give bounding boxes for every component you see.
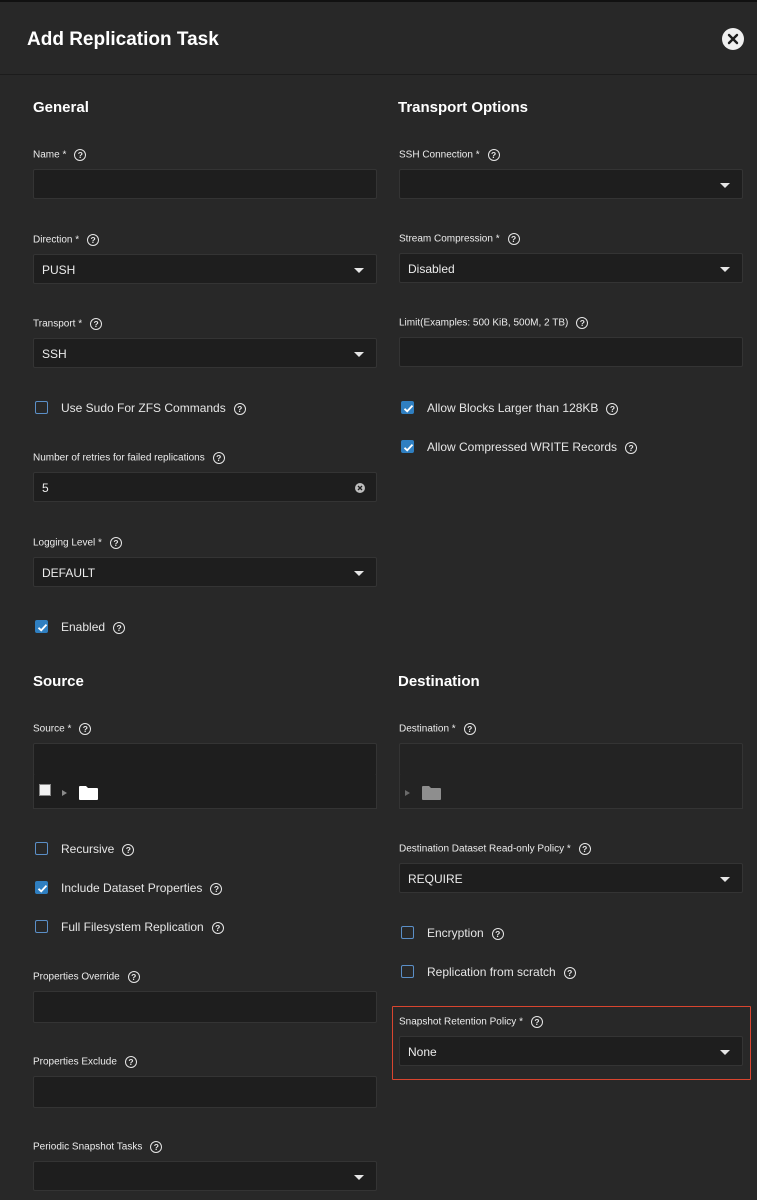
source-tree[interactable] xyxy=(33,775,377,809)
dropdown-arrow-icon xyxy=(354,268,364,273)
source-label: Source *? xyxy=(33,723,92,735)
enabled-checkbox[interactable] xyxy=(35,620,48,633)
direction-select[interactable]: PUSH xyxy=(33,254,377,284)
help-icon[interactable]: ? xyxy=(507,233,520,245)
transport-label: Transport *? xyxy=(33,318,103,330)
recursive-label: Recursive? xyxy=(61,842,135,856)
retries-input[interactable]: 5 xyxy=(33,472,377,502)
help-icon[interactable]: ? xyxy=(487,149,500,161)
expand-arrow-icon[interactable] xyxy=(62,790,67,796)
readonly-policy-select[interactable]: REQUIRE xyxy=(399,863,743,893)
folder-icon xyxy=(422,786,441,800)
tree-checkbox[interactable] xyxy=(39,784,51,796)
include-props-label: Include Dataset Properties? xyxy=(61,881,223,895)
ssh-connection-select[interactable] xyxy=(399,169,743,199)
source-input[interactable] xyxy=(33,743,377,776)
destination-input[interactable] xyxy=(399,743,743,776)
dropdown-arrow-icon xyxy=(354,571,364,576)
help-icon[interactable]: ? xyxy=(87,234,100,246)
large-blocks-checkbox[interactable] xyxy=(401,401,414,414)
destination-tree[interactable] xyxy=(399,775,743,809)
help-icon[interactable]: ? xyxy=(124,1056,137,1068)
help-icon[interactable]: ? xyxy=(578,843,591,855)
encryption-checkbox[interactable] xyxy=(401,926,414,939)
help-icon[interactable]: ? xyxy=(491,927,504,940)
help-icon[interactable]: ? xyxy=(211,921,224,934)
props-override-label: Properties Override? xyxy=(33,971,140,983)
name-input[interactable] xyxy=(33,169,377,199)
dialog-header: Add Replication Task xyxy=(0,2,757,75)
expand-arrow-icon[interactable] xyxy=(405,790,410,796)
help-icon[interactable]: ? xyxy=(90,318,103,330)
help-icon[interactable]: ? xyxy=(127,971,140,983)
help-icon[interactable]: ? xyxy=(122,843,135,856)
dropdown-arrow-icon xyxy=(720,183,730,188)
include-props-checkbox[interactable] xyxy=(35,881,48,894)
stream-compression-select[interactable]: Disabled xyxy=(399,253,743,283)
help-icon[interactable]: ? xyxy=(212,452,225,464)
enabled-label: Enabled? xyxy=(61,620,126,634)
props-override-input[interactable] xyxy=(33,991,377,1023)
full-fs-label: Full Filesystem Replication? xyxy=(61,920,224,934)
recursive-checkbox[interactable] xyxy=(35,842,48,855)
help-icon[interactable]: ? xyxy=(79,723,92,735)
close-icon[interactable] xyxy=(722,28,744,50)
props-exclude-input[interactable] xyxy=(33,1076,377,1108)
source-heading: Source xyxy=(33,673,84,690)
use-sudo-checkbox[interactable] xyxy=(35,401,48,414)
help-icon[interactable]: ? xyxy=(109,537,122,549)
dropdown-arrow-icon xyxy=(720,1050,730,1055)
large-blocks-label: Allow Blocks Larger than 128KB? xyxy=(427,401,619,415)
dialog-title: Add Replication Task xyxy=(27,29,219,50)
ssh-connection-label: SSH Connection *? xyxy=(399,149,500,161)
periodic-tasks-select[interactable] xyxy=(33,1161,377,1191)
general-heading: General xyxy=(33,99,89,116)
help-icon[interactable]: ? xyxy=(210,882,223,895)
help-icon[interactable]: ? xyxy=(563,966,576,979)
from-scratch-checkbox[interactable] xyxy=(401,965,414,978)
help-icon[interactable]: ? xyxy=(576,317,589,329)
compressed-write-label: Allow Compressed WRITE Records? xyxy=(427,440,638,454)
destination-label: Destination *? xyxy=(399,723,476,735)
retention-select[interactable]: None xyxy=(399,1036,743,1066)
folder-icon xyxy=(79,786,98,800)
help-icon[interactable]: ? xyxy=(233,402,246,415)
limit-label: Limit(Examples: 500 KiB, 500M, 2 TB)? xyxy=(399,317,589,329)
clear-icon[interactable] xyxy=(355,483,365,493)
dropdown-arrow-icon xyxy=(720,267,730,272)
help-icon[interactable]: ? xyxy=(606,402,619,415)
retries-label: Number of retries for failed replication… xyxy=(33,452,225,464)
props-exclude-label: Properties Exclude? xyxy=(33,1056,137,1068)
help-icon[interactable]: ? xyxy=(74,149,87,161)
from-scratch-label: Replication from scratch? xyxy=(427,965,576,979)
readonly-policy-label: Destination Dataset Read-only Policy *? xyxy=(399,843,591,855)
help-icon[interactable]: ? xyxy=(530,1016,543,1028)
name-label: Name *? xyxy=(33,149,87,161)
dropdown-arrow-icon xyxy=(720,877,730,882)
direction-label: Direction *? xyxy=(33,234,100,246)
stream-compression-label: Stream Compression *? xyxy=(399,233,520,245)
use-sudo-label: Use Sudo For ZFS Commands? xyxy=(61,401,246,415)
full-fs-checkbox[interactable] xyxy=(35,920,48,933)
dropdown-arrow-icon xyxy=(354,352,364,357)
encryption-label: Encryption? xyxy=(427,926,504,940)
periodic-tasks-label: Periodic Snapshot Tasks? xyxy=(33,1141,163,1153)
limit-input[interactable] xyxy=(399,337,743,367)
transport-select[interactable]: SSH xyxy=(33,338,377,368)
help-icon[interactable]: ? xyxy=(625,441,638,454)
help-icon[interactable]: ? xyxy=(113,621,126,634)
help-icon[interactable]: ? xyxy=(150,1141,163,1153)
destination-heading: Destination xyxy=(398,673,480,690)
transport-options-heading: Transport Options xyxy=(398,99,529,116)
retention-label: Snapshot Retention Policy *? xyxy=(399,1016,543,1028)
help-icon[interactable]: ? xyxy=(463,723,476,735)
logging-select[interactable]: DEFAULT xyxy=(33,557,377,587)
logging-label: Logging Level *? xyxy=(33,537,122,549)
compressed-write-checkbox[interactable] xyxy=(401,440,414,453)
dropdown-arrow-icon xyxy=(354,1175,364,1180)
